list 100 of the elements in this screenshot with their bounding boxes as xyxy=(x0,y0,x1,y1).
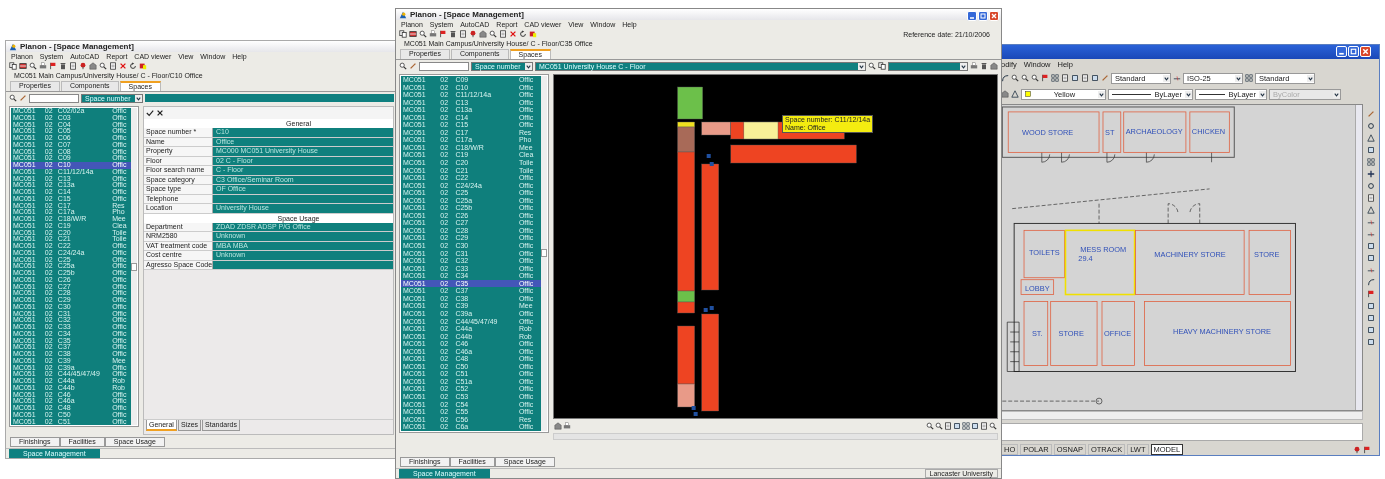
pin-icon[interactable] xyxy=(79,62,87,70)
line-icon[interactable] xyxy=(1367,218,1375,226)
scrollbar[interactable] xyxy=(553,433,998,440)
restore-icon xyxy=(979,12,987,20)
caret-icon xyxy=(1163,74,1170,82)
triangle-icon[interactable] xyxy=(1367,206,1375,214)
document-icon[interactable] xyxy=(109,62,117,70)
trash-icon[interactable] xyxy=(59,62,67,70)
pencil-icon[interactable] xyxy=(1367,110,1375,118)
flag-icon[interactable] xyxy=(1041,74,1049,82)
search-field[interactable] xyxy=(29,93,79,103)
zoom-icon[interactable] xyxy=(935,422,943,430)
document-icon[interactable] xyxy=(1061,74,1069,82)
scrollbar[interactable] xyxy=(1355,105,1362,410)
scrollbar[interactable] xyxy=(541,76,547,431)
field-value[interactable] xyxy=(213,260,393,269)
dropdown[interactable] xyxy=(888,61,968,71)
room-outline[interactable] xyxy=(1020,279,1055,295)
close-icon xyxy=(990,12,998,20)
scrollbar[interactable] xyxy=(1001,411,1363,420)
caret-icon xyxy=(1098,90,1105,98)
caret-icon xyxy=(1235,74,1242,82)
zoom-icon[interactable] xyxy=(489,30,497,38)
table-icon[interactable] xyxy=(19,62,27,70)
caret-icon xyxy=(135,94,142,102)
refresh-icon[interactable] xyxy=(129,62,137,70)
zoom-icon[interactable] xyxy=(1011,74,1019,82)
printer-icon[interactable] xyxy=(970,62,978,70)
zoom-icon[interactable] xyxy=(926,422,934,430)
scrollbar[interactable] xyxy=(131,108,137,426)
check-icon[interactable] xyxy=(146,109,154,117)
printer-icon[interactable] xyxy=(39,62,47,70)
triangle-icon[interactable] xyxy=(1367,134,1375,142)
arc-icon[interactable] xyxy=(1001,74,1009,82)
refresh-icon[interactable] xyxy=(519,30,527,38)
folder-icon[interactable] xyxy=(139,62,147,70)
restore-button[interactable] xyxy=(1348,46,1359,57)
search-icon[interactable] xyxy=(29,62,37,70)
flag-icon[interactable] xyxy=(439,30,447,38)
zoom-icon[interactable] xyxy=(99,62,107,70)
document-icon[interactable] xyxy=(459,30,467,38)
document-icon[interactable] xyxy=(1081,74,1089,82)
copy-icon[interactable] xyxy=(878,62,886,70)
cross-icon[interactable] xyxy=(1367,170,1375,178)
arc-icon[interactable] xyxy=(1367,278,1375,286)
close-button[interactable] xyxy=(1360,46,1371,57)
building-icon[interactable] xyxy=(89,62,97,70)
line-icon[interactable] xyxy=(1367,266,1375,274)
document-icon[interactable] xyxy=(1367,194,1375,202)
caret-icon xyxy=(960,62,967,70)
building-icon[interactable] xyxy=(479,30,487,38)
search-icon[interactable] xyxy=(399,62,407,70)
copy-icon[interactable] xyxy=(399,30,407,38)
line-icon[interactable] xyxy=(1173,74,1181,82)
pencil-icon[interactable] xyxy=(1101,74,1109,82)
app-logo-icon xyxy=(399,10,407,19)
caret-icon xyxy=(1307,74,1314,82)
trash-icon[interactable] xyxy=(449,30,457,38)
caret-icon xyxy=(1185,90,1192,98)
line-icon[interactable] xyxy=(1367,230,1375,238)
trash-icon[interactable] xyxy=(980,62,988,70)
restore-icon xyxy=(1349,47,1358,56)
zoom-icon[interactable] xyxy=(1021,74,1029,82)
copy-icon[interactable] xyxy=(9,62,17,70)
building-icon[interactable] xyxy=(1001,90,1009,98)
circle-icon[interactable] xyxy=(1367,122,1375,130)
zoom-icon[interactable] xyxy=(1031,74,1039,82)
printer-icon[interactable] xyxy=(563,422,571,430)
search-icon[interactable] xyxy=(9,94,17,102)
caret-icon xyxy=(1259,90,1266,98)
room-outline[interactable] xyxy=(1189,111,1230,153)
document-icon[interactable] xyxy=(944,422,952,430)
triangle-icon[interactable] xyxy=(1011,90,1019,98)
document-icon[interactable] xyxy=(69,62,77,70)
pin-icon[interactable] xyxy=(469,30,477,38)
search-icon[interactable] xyxy=(419,30,427,38)
flag-icon[interactable] xyxy=(1363,445,1371,454)
printer-icon[interactable] xyxy=(429,30,437,38)
circle-icon[interactable] xyxy=(1367,182,1375,190)
flag-icon[interactable] xyxy=(49,62,57,70)
document-icon[interactable] xyxy=(499,30,507,38)
app-logo-icon xyxy=(9,42,17,51)
flag-icon[interactable] xyxy=(1367,290,1375,298)
minimize-button[interactable] xyxy=(1336,46,1347,57)
close-icon[interactable] xyxy=(156,109,164,117)
window-title-text: Planon - [Space Management] xyxy=(410,10,524,19)
pin-icon[interactable] xyxy=(1353,445,1361,454)
room-outline[interactable] xyxy=(1123,111,1187,153)
zoom-icon[interactable] xyxy=(989,422,997,430)
window-title-text: Planon - [Space Management] xyxy=(20,42,134,51)
building-icon[interactable] xyxy=(990,62,998,70)
search-field[interactable] xyxy=(419,61,469,71)
search-icon[interactable] xyxy=(868,62,876,70)
pencil-icon[interactable] xyxy=(19,94,27,102)
pencil-icon[interactable] xyxy=(409,62,417,70)
building-icon[interactable] xyxy=(554,422,562,430)
folder-icon[interactable] xyxy=(529,30,537,38)
field-value[interactable] xyxy=(213,194,393,203)
document-icon[interactable] xyxy=(980,422,988,430)
table-icon[interactable] xyxy=(409,30,417,38)
